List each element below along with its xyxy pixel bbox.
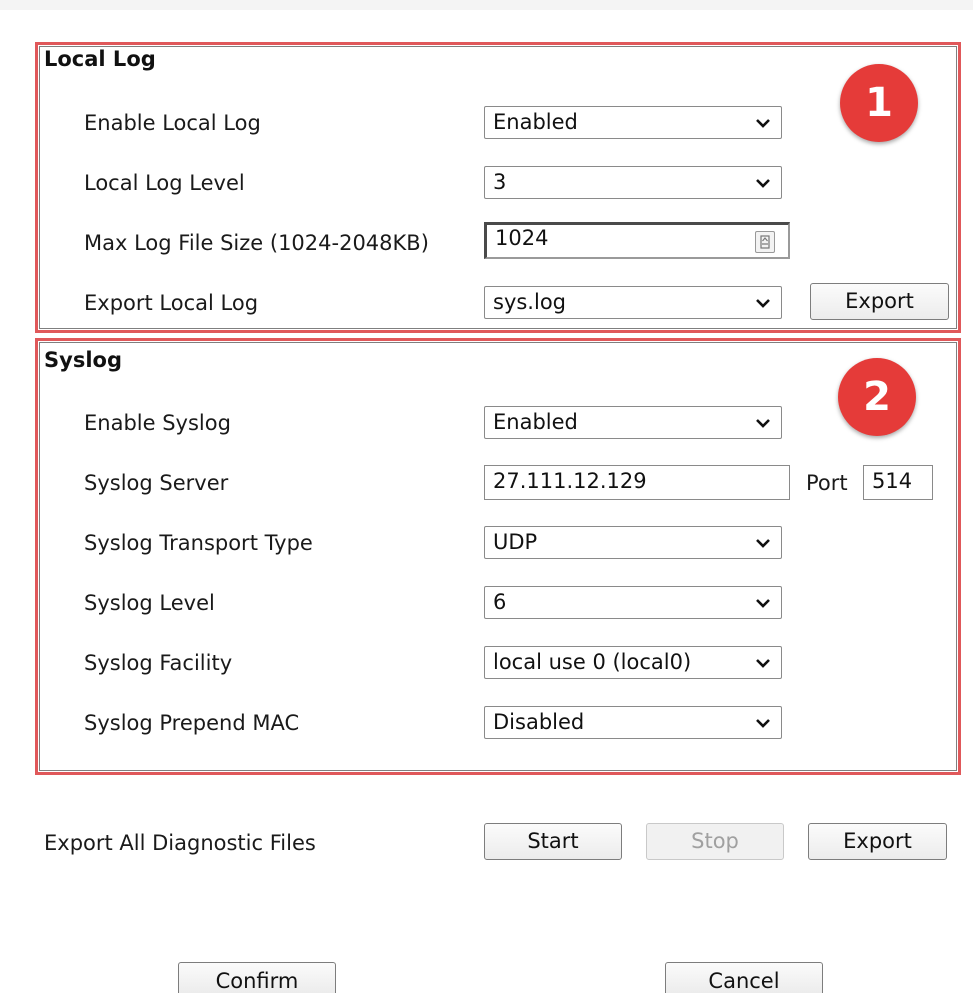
page-top-strip bbox=[0, 0, 973, 10]
chevron-down-icon bbox=[756, 119, 770, 128]
chevron-down-icon bbox=[756, 659, 770, 668]
callout-badge-1: 1 bbox=[840, 64, 918, 142]
syslog-transport-type-label: Syslog Transport Type bbox=[84, 531, 313, 555]
export-local-log-button[interactable]: Export bbox=[810, 283, 949, 320]
syslog-facility-select[interactable]: local use 0 (local0) bbox=[484, 646, 782, 679]
local-log-level-value: 3 bbox=[493, 170, 507, 194]
port-label: Port bbox=[806, 471, 848, 495]
syslog-server-label: Syslog Server bbox=[84, 471, 229, 495]
syslog-level-label: Syslog Level bbox=[84, 591, 215, 615]
export-diagnostics-button[interactable]: Export bbox=[808, 823, 947, 860]
local-log-title: Local Log bbox=[44, 47, 156, 71]
chevron-down-icon bbox=[756, 299, 770, 308]
syslog-prepend-mac-value: Disabled bbox=[493, 710, 585, 734]
start-button[interactable]: Start bbox=[484, 823, 622, 860]
enable-syslog-label: Enable Syslog bbox=[84, 411, 231, 435]
stepper-icon[interactable] bbox=[755, 231, 775, 253]
syslog-title: Syslog bbox=[44, 348, 122, 372]
enable-local-log-select[interactable]: Enabled bbox=[484, 106, 782, 139]
chevron-down-icon bbox=[756, 419, 770, 428]
stop-button[interactable]: Stop bbox=[646, 823, 784, 860]
syslog-server-value: 27.111.12.129 bbox=[493, 469, 647, 493]
export-local-log-select[interactable]: sys.log bbox=[484, 286, 782, 319]
syslog-transport-type-value: UDP bbox=[493, 530, 538, 554]
port-input[interactable]: 514 bbox=[863, 465, 933, 500]
syslog-server-input[interactable]: 27.111.12.129 bbox=[484, 465, 790, 500]
enable-local-log-label: Enable Local Log bbox=[84, 111, 261, 135]
confirm-button[interactable]: Confirm bbox=[178, 962, 336, 993]
chevron-down-icon bbox=[756, 599, 770, 608]
max-log-file-size-value: 1024 bbox=[495, 226, 549, 250]
syslog-transport-type-select[interactable]: UDP bbox=[484, 526, 782, 559]
syslog-facility-value: local use 0 (local0) bbox=[493, 650, 692, 674]
export-diagnostic-files-label: Export All Diagnostic Files bbox=[44, 831, 316, 855]
enable-syslog-select[interactable]: Enabled bbox=[484, 406, 782, 439]
syslog-level-select[interactable]: 6 bbox=[484, 586, 782, 619]
syslog-prepend-mac-select[interactable]: Disabled bbox=[484, 706, 782, 739]
chevron-down-icon bbox=[756, 179, 770, 188]
callout-badge-2: 2 bbox=[838, 358, 916, 436]
syslog-prepend-mac-label: Syslog Prepend MAC bbox=[84, 711, 300, 735]
chevron-down-icon bbox=[756, 719, 770, 728]
max-log-file-size-input[interactable]: 1024 bbox=[484, 222, 790, 259]
export-local-log-label: Export Local Log bbox=[84, 291, 259, 315]
syslog-level-value: 6 bbox=[493, 590, 507, 614]
export-local-log-value: sys.log bbox=[493, 290, 566, 314]
enable-syslog-value: Enabled bbox=[493, 410, 578, 434]
cancel-button[interactable]: Cancel bbox=[665, 962, 823, 993]
enable-local-log-value: Enabled bbox=[493, 110, 578, 134]
chevron-down-icon bbox=[756, 539, 770, 548]
local-log-level-label: Local Log Level bbox=[84, 171, 245, 195]
local-log-level-select[interactable]: 3 bbox=[484, 166, 782, 199]
max-log-file-size-label: Max Log File Size (1024-2048KB) bbox=[84, 231, 429, 255]
syslog-facility-label: Syslog Facility bbox=[84, 651, 233, 675]
port-value: 514 bbox=[872, 469, 913, 493]
